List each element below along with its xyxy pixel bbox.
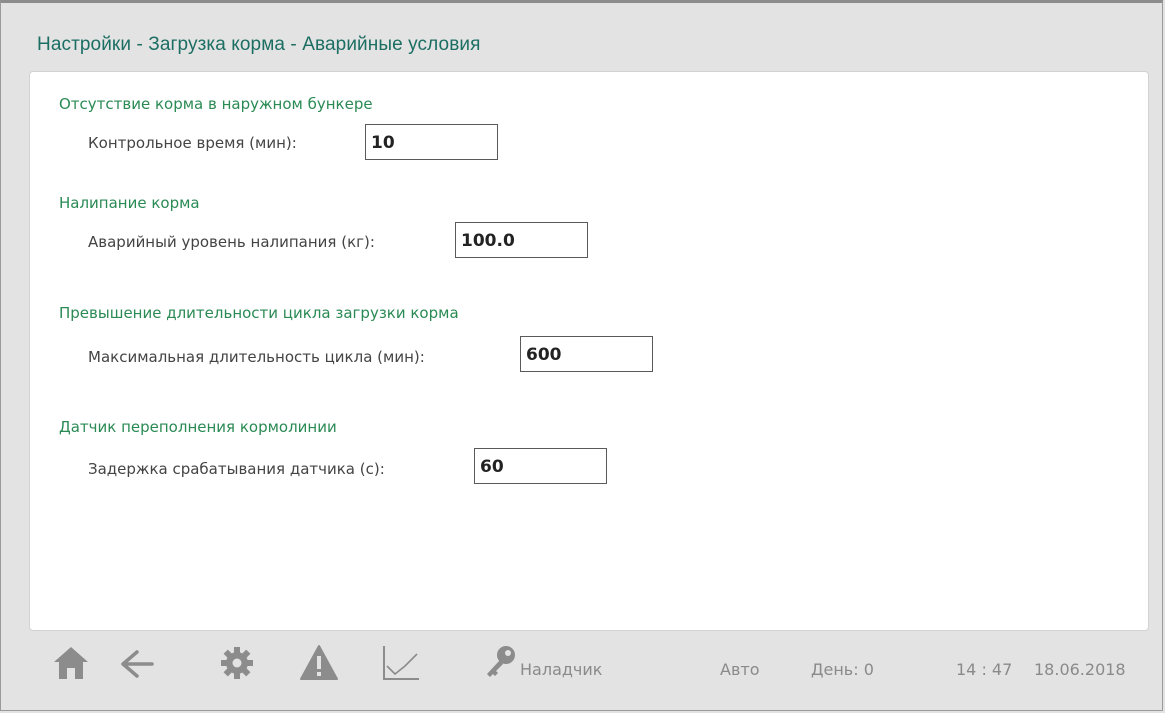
gear-icon[interactable] bbox=[219, 645, 255, 685]
max-cycle-label: Максимальная длительность цикла (мин): bbox=[88, 348, 425, 366]
sensor-delay-field[interactable]: 60 bbox=[474, 448, 607, 484]
page-title: Настройки - Загрузка корма - Аварийные у… bbox=[37, 34, 481, 55]
sticking-level-label: Аварийный уровень налипания (кг): bbox=[88, 233, 375, 251]
max-cycle-field[interactable]: 600 bbox=[520, 336, 653, 372]
warning-icon[interactable] bbox=[299, 644, 339, 686]
control-time-field[interactable]: 10 bbox=[365, 124, 498, 160]
section-title-sticking: Налипание корма bbox=[59, 194, 200, 212]
sticking-level-field[interactable]: 100.0 bbox=[455, 222, 588, 258]
key-icon[interactable] bbox=[484, 644, 518, 684]
footer-toolbar: Наладчик Авто День: 0 14 : 47 18.06.2018 bbox=[29, 638, 1149, 702]
home-icon[interactable] bbox=[51, 643, 91, 687]
control-time-label: Контрольное время (мин): bbox=[88, 134, 297, 152]
mode-label: Авто bbox=[720, 660, 760, 679]
sensor-delay-label: Задержка срабатывания датчика (с): bbox=[88, 460, 385, 478]
back-arrow-icon[interactable] bbox=[119, 646, 155, 686]
day-counter: День: 0 bbox=[811, 660, 874, 679]
clock-date: 18.06.2018 bbox=[1034, 660, 1126, 679]
section-title-overflow-sensor: Датчик переполнения кормолинии bbox=[59, 418, 337, 436]
chart-icon[interactable] bbox=[381, 644, 421, 686]
user-role-label[interactable]: Наладчик bbox=[520, 660, 602, 679]
settings-panel: Отсутствие корма в наружном бункере Конт… bbox=[29, 71, 1149, 631]
clock-time: 14 : 47 bbox=[956, 660, 1013, 679]
section-title-empty-bunker: Отсутствие корма в наружном бункере bbox=[59, 95, 373, 113]
section-title-cycle-duration: Превышение длительности цикла загрузки к… bbox=[59, 304, 459, 322]
